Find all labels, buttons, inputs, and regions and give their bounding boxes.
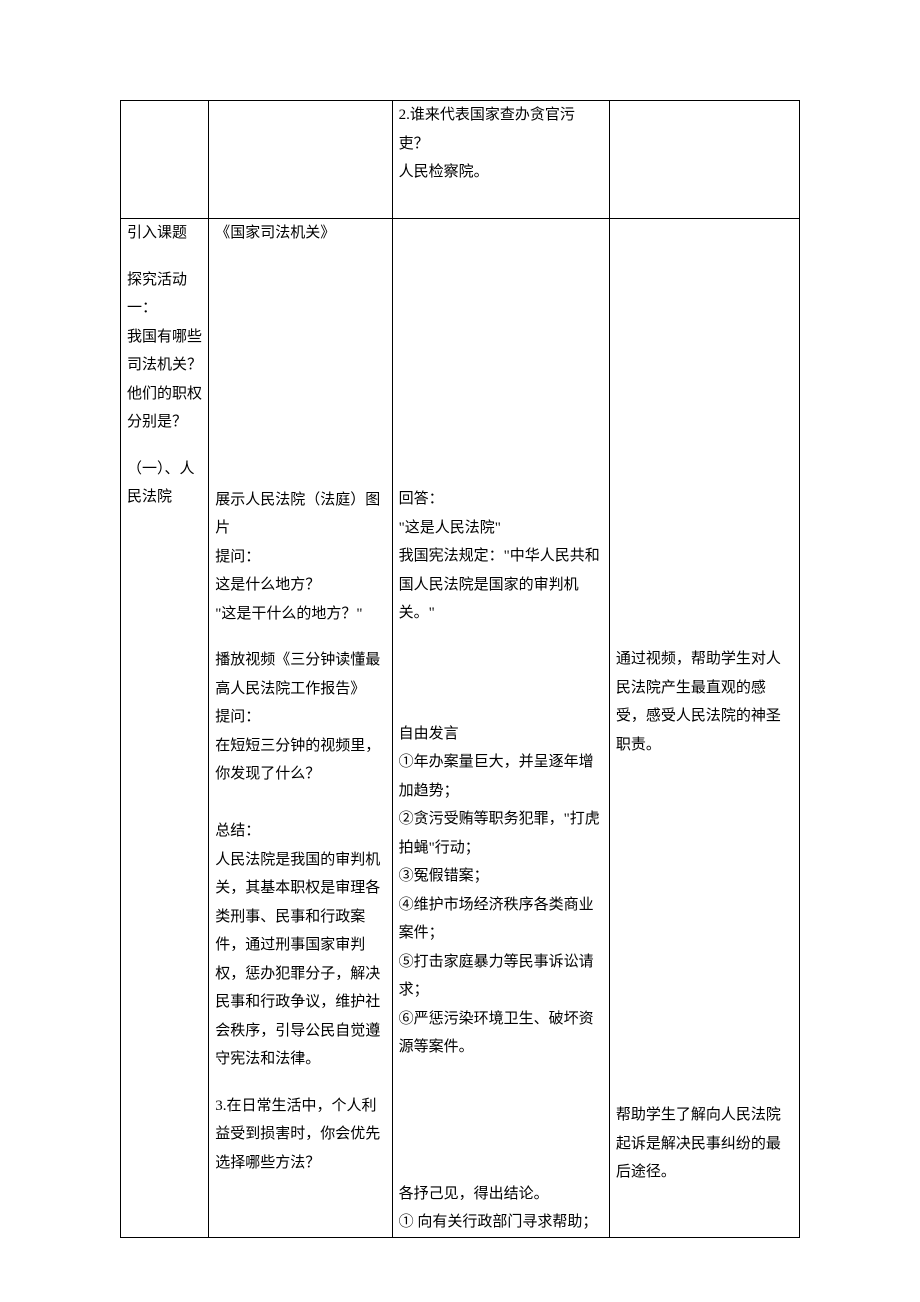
student-activity: 回答： "这是人民法院" 我国宪法规定："中华人民共和国人民法院是国家的审判机关…: [399, 485, 603, 628]
table-row: 引入课题 探究活动一： 我国有哪些司法机关？他们的职权分别是？ （一）、人民法院…: [121, 219, 800, 1238]
section-label: 探究活动一： 我国有哪些司法机关？他们的职权分别是？: [127, 266, 202, 437]
spacer: [616, 219, 793, 247]
teacher-activity: 播放视频《三分钟读懂最高人民法院工作报告》 提问： 在短短三分钟的视频里，你发现…: [215, 646, 385, 1074]
design-intent: 通过视频，帮助学生对人民法院产生最直观的感受，感受人民法院的神圣职责。: [616, 645, 793, 759]
spacer: [215, 338, 385, 468]
cell-col3: 2.谁来代表国家查办贪官污吏？ 人民检察院。: [392, 101, 609, 219]
spacer: [215, 266, 385, 320]
cell-col3: 回答： "这是人民法院" 我国宪法规定："中华人民共和国人民法院是国家的审判机关…: [392, 219, 609, 1238]
spacer: [399, 219, 603, 247]
lesson-plan-table: 2.谁来代表国家查办贪官污吏？ 人民检察院。 引入课题 探究活动一： 我国有哪些…: [120, 100, 800, 1238]
spacer: [616, 485, 793, 627]
student-activity: 各抒己见，得出结论。 ① 向有关行政部门寻求帮助；: [399, 1180, 603, 1237]
cell-col1: [121, 101, 209, 219]
spacer: [616, 777, 793, 1083]
design-intent: 帮助学生了解向人民法院起诉是解决民事纠纷的最后途径。: [616, 1101, 793, 1187]
student-activity: 自由发言 ①年办案量巨大，并呈逐年增加趋势； ②贪污受贿等职务犯罪，"打虎拍蝇"…: [399, 720, 603, 1062]
section-label: （一）、人民法院: [127, 455, 202, 512]
spacer: [616, 265, 793, 319]
section-label: 引入课题: [127, 219, 202, 248]
cell-col2: [209, 101, 392, 219]
spacer: [399, 646, 603, 702]
teacher-activity: 3.在日常生活中，个人利益受到损害时，你会优先选择哪些方法？: [215, 1092, 385, 1178]
cell-col4: 通过视频，帮助学生对人民法院产生最直观的感受，感受人民法院的神圣职责。 帮助学生…: [609, 219, 799, 1238]
cell-col1: 引入课题 探究活动一： 我国有哪些司法机关？他们的职权分别是？ （一）、人民法院: [121, 219, 209, 1238]
spacer: [399, 1080, 603, 1162]
table-row: 2.谁来代表国家查办贪官污吏？ 人民检察院。: [121, 101, 800, 219]
spacer: [399, 265, 603, 319]
cell-text: 2.谁来代表国家查办贪官污吏？ 人民检察院。: [399, 101, 603, 187]
spacer: [616, 337, 793, 467]
cell-col4: [609, 101, 799, 219]
cell-col2: 《国家司法机关》 展示人民法院（法庭）图片 提问： 这是什么地方？ "这是干什么…: [209, 219, 392, 1238]
teacher-activity: 《国家司法机关》: [215, 219, 385, 248]
teacher-activity: 展示人民法院（法庭）图片 提问： 这是什么地方？ "这是干什么的地方？": [215, 486, 385, 629]
spacer: [399, 337, 603, 467]
